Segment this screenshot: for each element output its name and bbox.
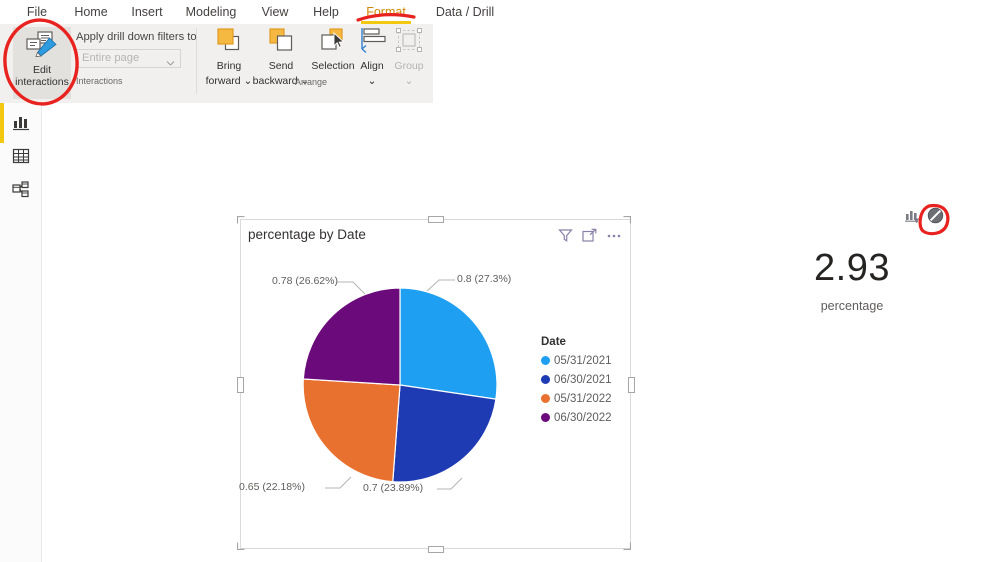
data-label-05-31-2021: 0.8 (27.3%) — [457, 273, 512, 285]
legend-title: Date — [541, 336, 566, 348]
legend-swatch-icon — [541, 413, 550, 422]
selection-pane-label: Selection — [311, 60, 355, 72]
resize-handle-top-right[interactable] — [623, 216, 631, 224]
data-label-05-31-2022: 0.65 (22.18%) — [239, 481, 305, 493]
leader-line-05-31-2021 — [426, 279, 455, 292]
legend-label: 05/31/2022 — [554, 392, 612, 405]
resize-handle-right[interactable] — [628, 377, 635, 393]
resize-handle-bottom[interactable] — [428, 546, 444, 553]
resize-handle-bottom-right[interactable] — [623, 542, 631, 550]
arrange-group-label: Arrange — [295, 77, 328, 87]
sidebar-item-data-view[interactable] — [0, 141, 42, 175]
legend-item-06-30-2021[interactable]: 06/30/2021 — [541, 370, 612, 389]
legend-swatch-icon — [541, 394, 550, 403]
legend-label: 06/30/2021 — [554, 373, 612, 386]
data-table-icon — [12, 147, 30, 170]
bring-forward-label-line1: Bring — [216, 60, 242, 72]
edit-interactions-label-line2: interactions — [15, 76, 69, 88]
chevron-down-icon[interactable]: ⌄ — [241, 75, 253, 88]
leader-line-05-31-2022 — [325, 476, 352, 489]
bring-forward-button[interactable]: Bring forward ⌄ — [203, 27, 255, 87]
card-value: 2.93 — [814, 247, 890, 289]
group-label: Group — [394, 60, 424, 72]
ribbon-tab-bar: File Home Insert Modeling View Help Form… — [0, 0, 999, 24]
pie-chart-visual[interactable]: percentage by Date 0.8 (27.3%) 0.7 (23.8… — [239, 219, 631, 549]
resize-handle-top-left[interactable] — [237, 216, 245, 224]
resize-handle-bottom-left[interactable] — [237, 542, 245, 550]
apply-drill-filters-label: Apply drill down filters to — [76, 31, 197, 43]
ribbon-body: Edit interactions Apply drill down filte… — [0, 24, 433, 103]
send-backward-icon — [266, 27, 296, 58]
data-label-06-30-2021: 0.7 (23.89%) — [363, 482, 424, 494]
align-icon — [358, 27, 386, 58]
chevron-down-icon[interactable]: ⌄ — [405, 75, 414, 88]
pie-chart-legend: Date 05/31/2021 06/30/2021 05/31/2022 06… — [541, 336, 612, 427]
leader-line-06-30-2022 — [337, 281, 366, 295]
ribbon-tab-insert[interactable]: Insert — [124, 0, 170, 24]
legend-swatch-icon — [541, 375, 550, 384]
ribbon-tab-view[interactable]: View — [254, 0, 296, 24]
pie-slice-06-30-2022[interactable] — [302, 287, 401, 386]
pie-slice-05-31-2022[interactable] — [302, 378, 401, 483]
ribbon-tab-help[interactable]: Help — [306, 0, 346, 24]
ribbon-tab-data-drill[interactable]: Data / Drill — [427, 0, 503, 24]
edit-interactions-icon — [25, 31, 59, 62]
align-button[interactable]: Align ⌄ — [354, 27, 390, 87]
interactions-group-label: Interactions — [76, 76, 123, 86]
align-label: Align — [360, 60, 384, 72]
send-backward-label-line1: Send — [268, 60, 294, 72]
report-canvas[interactable]: percentage by Date 0.8 (27.3%) 0.7 (23.8… — [42, 103, 999, 562]
legend-label: 05/31/2021 — [554, 354, 612, 367]
legend-item-06-30-2022[interactable]: 06/30/2022 — [541, 408, 612, 427]
group-button[interactable]: Group ⌄ — [390, 27, 428, 87]
edit-interactions-button[interactable]: Edit interactions — [13, 27, 71, 99]
selection-pane-icon — [318, 27, 348, 58]
pie-slice-06-30-2021[interactable] — [392, 384, 497, 483]
leader-line-06-30-2021 — [437, 477, 463, 490]
ribbon-tab-file[interactable]: File — [16, 0, 58, 24]
ribbon-group-separator — [196, 28, 197, 94]
edit-interactions-label-line1: Edit — [32, 64, 52, 76]
model-relationships-icon — [12, 180, 30, 204]
apply-drill-filters-select[interactable]: Entire page — [76, 49, 181, 68]
resize-handle-left[interactable] — [237, 377, 244, 393]
selection-pane-button[interactable]: Selection — [307, 27, 359, 73]
ribbon-tab-home[interactable]: Home — [66, 0, 116, 24]
data-label-06-30-2022: 0.78 (26.62%) — [272, 275, 338, 287]
card-label: percentage — [820, 299, 884, 313]
group-icon — [395, 27, 423, 58]
report-bar-chart-icon — [12, 113, 30, 136]
sidebar-item-model-view[interactable] — [0, 175, 42, 209]
legend-label: 06/30/2022 — [554, 411, 612, 424]
legend-item-05-31-2021[interactable]: 05/31/2021 — [541, 351, 612, 370]
resize-handle-top[interactable] — [428, 216, 444, 223]
apply-drill-filters-value: Entire page — [82, 52, 140, 64]
card-visual[interactable]: 2.93 percentage — [742, 219, 962, 369]
bring-forward-icon — [214, 27, 244, 58]
left-navigation-bar — [0, 103, 42, 562]
ribbon-tab-modeling[interactable]: Modeling — [178, 0, 244, 24]
sidebar-item-report-view[interactable] — [0, 107, 42, 141]
legend-item-05-31-2022[interactable]: 05/31/2022 — [541, 389, 612, 408]
legend-swatch-icon — [541, 356, 550, 365]
chevron-down-icon — [166, 54, 175, 72]
pie-slice-05-31-2021[interactable] — [399, 287, 498, 400]
chevron-down-icon[interactable]: ⌄ — [368, 75, 377, 88]
bring-forward-label-line2: forward ⌄ — [205, 74, 253, 88]
